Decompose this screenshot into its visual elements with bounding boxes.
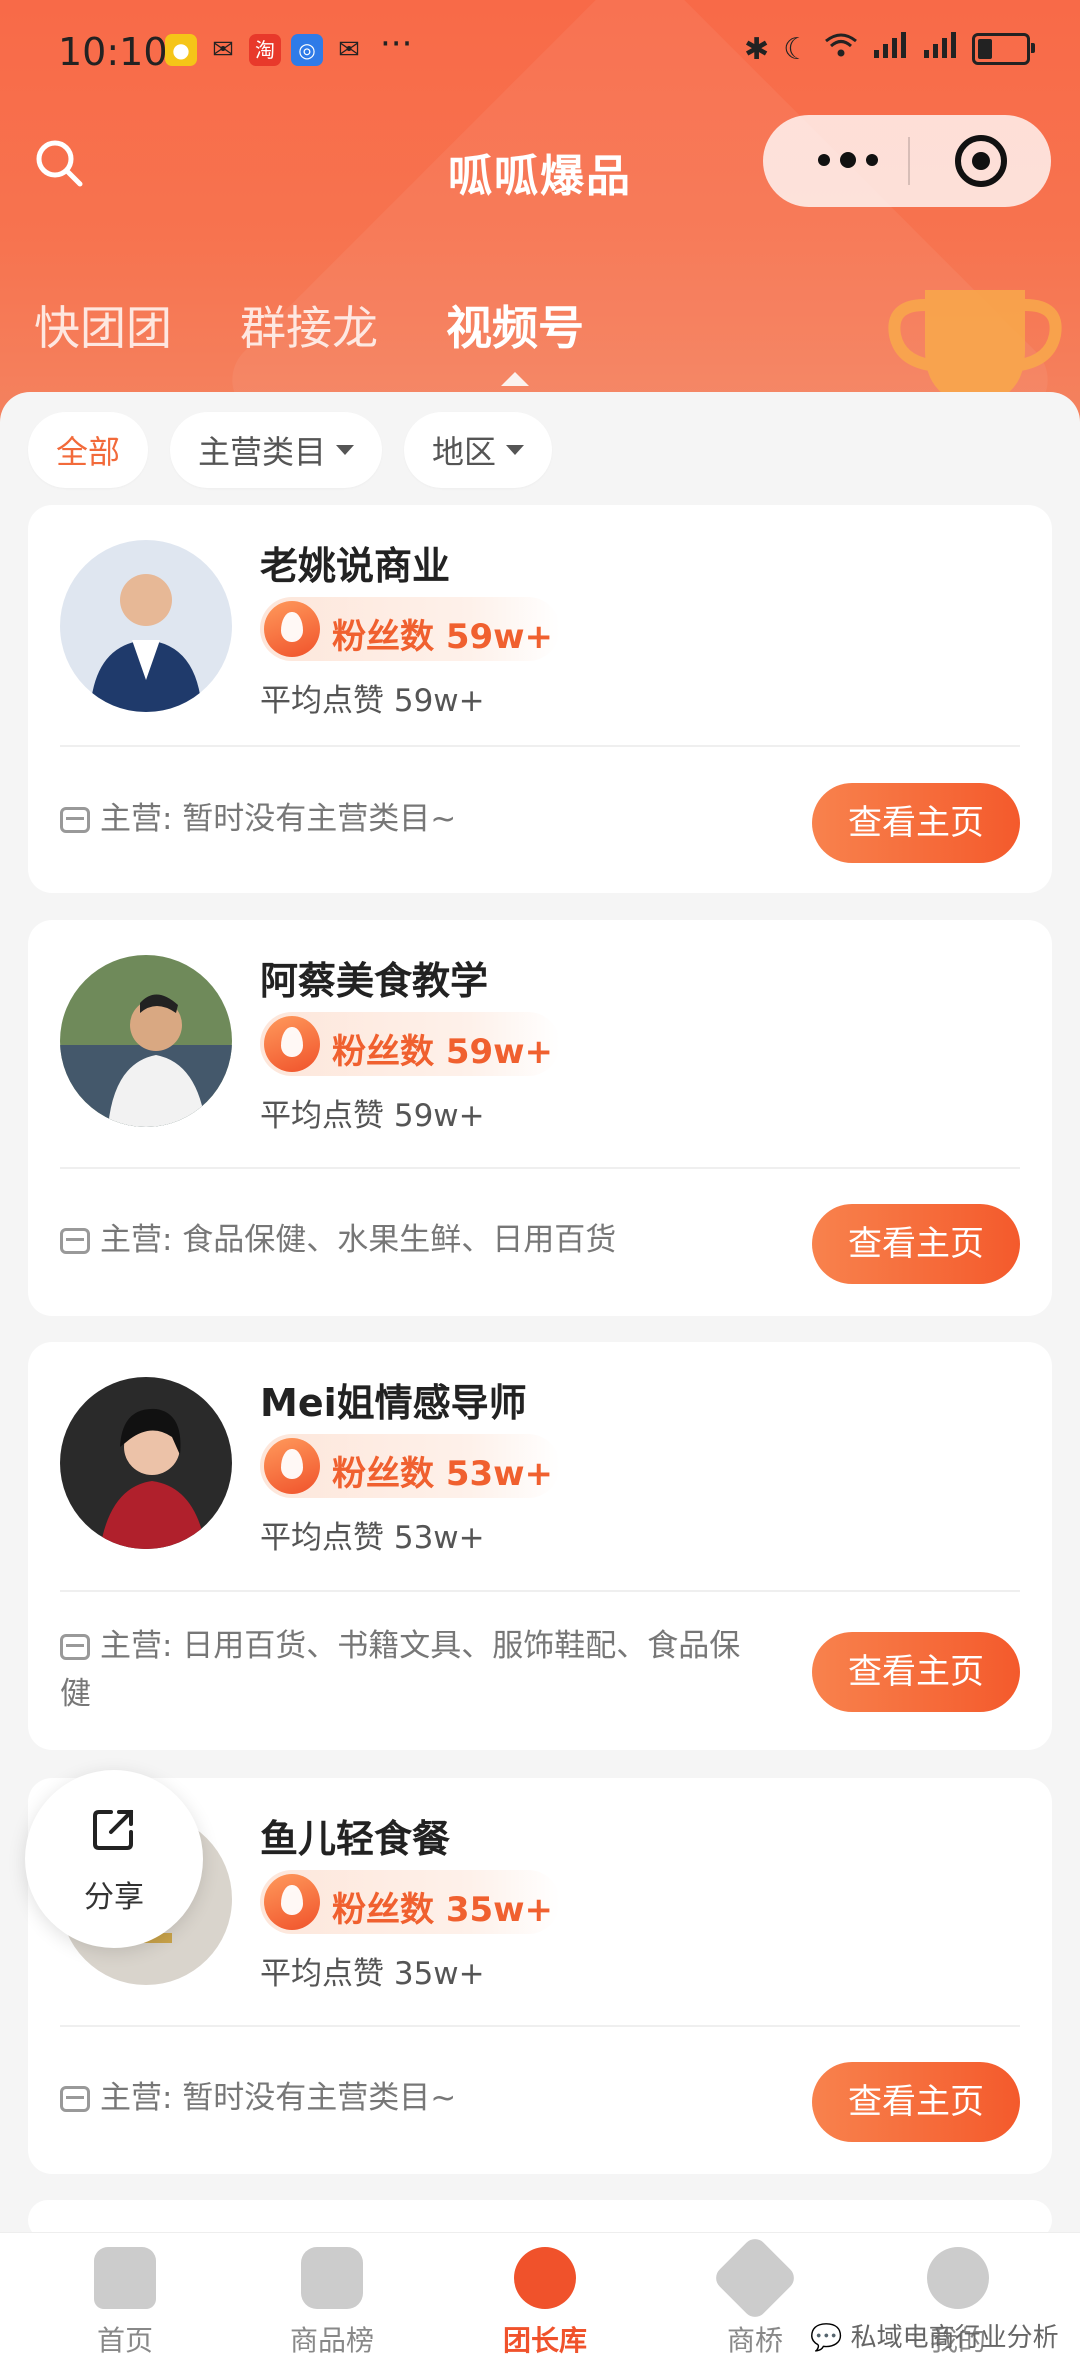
fans-badge: 粉丝数 35w+ (260, 1870, 560, 1934)
bottom-nav: 首页 商品榜 团长库 商桥 我的 💬 私域电商行业分析 (0, 2232, 1080, 2376)
filter-category-dropdown[interactable]: 主营类目 (170, 412, 383, 488)
shop-icon (60, 2086, 90, 2112)
divider (60, 1590, 1020, 1592)
tab-qunjielong[interactable]: 群接龙 (240, 292, 378, 358)
battery-icon (972, 33, 1035, 65)
main-category: 主营: 暂时没有主营类目~ (60, 2074, 760, 2122)
fire-icon (264, 1016, 320, 1072)
leader-library-icon (514, 2247, 576, 2309)
view-homepage-button[interactable]: 查看主页 (812, 1632, 1020, 1712)
leader-name: Mei姐情感导师 (260, 1381, 527, 1425)
browser-icon: ◎ (291, 34, 323, 66)
leader-name: 老姚说商业 (260, 544, 451, 588)
leader-name: 阿蔡美食教学 (260, 959, 489, 1003)
signal-icon (922, 30, 958, 68)
more-notifications: ··· (380, 24, 413, 64)
caret-down-icon (506, 445, 525, 455)
share-label: 分享 (84, 1880, 144, 1915)
leader-card: 老姚说商业 粉丝数 59w+ 平均点赞 59w+ 主营: 暂时没有主营类目~ 查… (28, 505, 1052, 893)
caret-down-icon (336, 445, 355, 455)
tab-kuaituantuan[interactable]: 快团团 (34, 292, 172, 358)
average-likes: 平均点赞 53w+ (260, 1520, 485, 1556)
header: 10:10 ● ✉ 淘 ◎ ✉ ··· ✱ ☾ 呱呱爆品 快团团 群接龙 视频号 (0, 0, 1080, 430)
divider (60, 1167, 1020, 1169)
wifi-icon (824, 31, 858, 67)
leader-name: 鱼儿轻食餐 (260, 1817, 451, 1861)
wechat-icon: ✉ (338, 35, 360, 65)
home-icon (94, 2247, 156, 2309)
taobao-icon: 淘 (249, 34, 281, 66)
filter-region-dropdown[interactable]: 地区 (404, 412, 553, 488)
shop-icon (60, 1634, 90, 1660)
mini-program-capsule (763, 115, 1051, 207)
view-homepage-button[interactable]: 查看主页 (812, 2062, 1020, 2142)
more-menu-button[interactable] (803, 135, 893, 185)
signal-icon (872, 30, 908, 68)
status-bar: 10:10 ● ✉ 淘 ◎ ✉ ··· ✱ ☾ (0, 0, 1080, 100)
view-homepage-button[interactable]: 查看主页 (812, 1204, 1020, 1284)
fire-icon (264, 1438, 320, 1494)
fans-badge: 粉丝数 53w+ (260, 1434, 560, 1498)
main-category: 主营: 日用百货、书籍文具、服饰鞋配、食品保健 (60, 1628, 741, 1712)
moon-icon: ☾ (783, 31, 810, 67)
notification-icons: ● ✉ 淘 ◎ ✉ (165, 34, 365, 66)
divider (60, 745, 1020, 747)
weibo-icon: ● (165, 34, 197, 66)
status-right: ✱ ☾ (743, 30, 1035, 68)
leader-card: Mei姐情感导师 粉丝数 53w+ 平均点赞 53w+ 主营: 日用百货、书籍文… (28, 1342, 1052, 1750)
watermark: 💬 私域电商行业分析 (810, 2323, 1059, 2353)
main-category: 主营: 食品保健、水果生鲜、日用百货 (60, 1216, 760, 1264)
profile-icon (927, 2247, 989, 2309)
shop-icon (60, 1228, 90, 1254)
close-mini-program-button[interactable] (955, 135, 1007, 187)
nav-product-ranking[interactable]: 商品榜 (252, 2247, 412, 2359)
wechat-icon: ✉ (212, 35, 234, 65)
nav-leader-library[interactable]: 团长库 (465, 2247, 625, 2359)
tab-video-channel[interactable]: 视频号 (446, 292, 584, 386)
fire-icon (264, 601, 320, 657)
main-category: 主营: 暂时没有主营类目~ (60, 795, 760, 843)
avatar[interactable] (60, 955, 232, 1127)
platform-tabs: 快团团 群接龙 视频号 (34, 292, 584, 386)
filter-all[interactable]: 全部 (28, 412, 149, 488)
filter-bar: 全部 主营类目 地区 (28, 412, 553, 488)
view-homepage-button[interactable]: 查看主页 (812, 783, 1020, 863)
share-button[interactable]: 分享 (25, 1770, 203, 1948)
avatar[interactable] (60, 540, 232, 712)
average-likes: 平均点赞 59w+ (260, 683, 485, 719)
leader-card: 阿蔡美食教学 粉丝数 59w+ 平均点赞 59w+ 主营: 食品保健、水果生鲜、… (28, 920, 1052, 1316)
avatar[interactable] (60, 1377, 232, 1549)
share-icon (93, 1810, 133, 1850)
handshake-icon (711, 2234, 799, 2322)
capsule-divider (908, 137, 910, 185)
fans-badge: 粉丝数 59w+ (260, 1012, 560, 1076)
shop-icon (60, 807, 90, 833)
fans-badge: 粉丝数 59w+ (260, 597, 560, 661)
bluetooth-icon: ✱ (743, 31, 770, 67)
divider (60, 2025, 1020, 2027)
average-likes: 平均点赞 59w+ (260, 1098, 485, 1134)
shopping-bag-icon (301, 2247, 363, 2309)
average-likes: 平均点赞 35w+ (260, 1956, 485, 1992)
fire-icon (264, 1874, 320, 1930)
nav-home[interactable]: 首页 (45, 2247, 205, 2359)
status-time: 10:10 (58, 30, 168, 74)
